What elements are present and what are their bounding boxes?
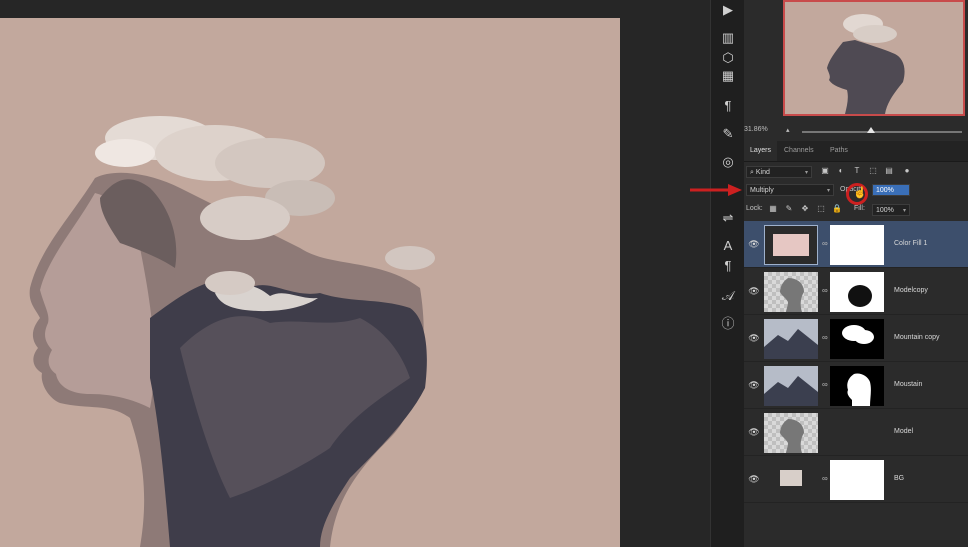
3d-cube-icon[interactable]: ⬡ [718,48,738,68]
hand-cursor-icon: ☝ [853,187,867,199]
zoom-slider-knob[interactable] [866,127,875,133]
lock-pixels-icon[interactable]: ✎ [784,204,794,214]
info-icon[interactable]: ⓘ [718,314,738,334]
paragraph-styles-icon[interactable]: ¶ [718,96,738,116]
eye-icon[interactable]: 👁 [748,285,760,297]
opacity-input[interactable]: 100% [872,184,910,196]
mountain-thumb [764,329,818,359]
eye-icon[interactable]: 👁 [748,332,760,344]
head-mask [847,373,871,406]
layer-mask-thumbnail[interactable] [830,225,884,265]
link-icon[interactable]: ∞ [822,239,828,249]
layer-thumbnail[interactable] [764,413,818,453]
right-panels: 31.86% ▴ Layers Channels Paths ⌕ Kind ▾ … [744,0,968,547]
layer-name[interactable]: Mountain copy [894,332,940,344]
layer-row-moustain[interactable]: 👁 ∞ Moustain [744,362,968,409]
eye-icon[interactable]: 👁 [748,379,760,391]
blend-mode-label: Multiply [750,187,774,194]
smart-object-filter-icon[interactable]: ▤ [884,166,894,176]
search-icon: ⌕ [750,169,754,176]
layer-mask-thumbnail[interactable] [830,319,884,359]
filter-kind-label: Kind [755,169,770,176]
blend-mode-select[interactable]: Multiply ▾ [746,184,834,196]
layer-name[interactable]: Color Fill 1 [894,238,927,250]
layer-row-modelcopy[interactable]: 👁 ∞ Modelcopy [744,268,968,315]
swatches-icon[interactable]: ▦ [718,66,738,86]
panel-icon-strip: ▶ ▥ ⬡ ▦ ¶ ✎ ◎ ⇌ A ¶ 𝒜 ⓘ [710,0,745,547]
chevron-down-icon: ▾ [826,188,830,194]
zoom-slider[interactable] [802,131,962,133]
soft-blob-mask [848,285,872,307]
adjust-levels-icon[interactable]: ⇌ [718,208,738,228]
tab-paths[interactable]: Paths [824,141,854,161]
zoom-percent[interactable]: 31.86% [744,126,768,133]
layer-name[interactable]: Model [894,426,913,438]
link-icon[interactable]: ∞ [822,333,828,343]
cloud-mask [842,325,874,344]
canvas-area [0,0,710,547]
navigator-thumbnail[interactable] [783,0,965,116]
layer-name[interactable]: Modelcopy [894,285,928,297]
pixel-filter-icon[interactable]: ▣ [820,166,830,176]
layer-row-bg[interactable]: 👁 ∞ BG [744,456,968,503]
layer-row-model[interactable]: 👁 Model [744,409,968,456]
layer-mask-thumbnail[interactable] [830,460,884,500]
layer-thumbnail[interactable] [764,460,818,500]
play-icon[interactable]: ▶ [718,0,738,20]
fill-value: 100% [876,207,894,214]
layer-row-mountain-copy[interactable]: 👁 ∞ Mountain copy [744,315,968,362]
eye-icon[interactable]: 👁 [748,473,760,485]
layer-row-color-fill-1[interactable]: 👁 ∞ Color Fill 1 [744,221,968,268]
double-exposure-artwork [0,18,620,547]
layer-mask-thumbnail[interactable] [830,366,884,406]
histogram-icon[interactable]: ▥ [718,28,738,48]
document-canvas[interactable] [0,18,620,547]
portrait-thumb [780,419,804,453]
link-icon[interactable]: ∞ [822,286,828,296]
glyphs-icon[interactable]: 𝒜 [718,286,738,306]
mountain-thumb [764,376,818,406]
brush-presets-icon[interactable]: ✎ [718,124,738,144]
type-filter-icon[interactable]: T [852,166,862,176]
zoom-out-icon[interactable]: ▴ [786,126,790,134]
chevron-down-icon: ▾ [902,208,906,214]
filter-toggle-icon[interactable]: ● [902,166,912,176]
layers-tabs: Layers Channels Paths [744,141,968,162]
layer-thumbnail[interactable] [764,225,818,265]
layer-name[interactable]: Moustain [894,379,922,391]
lock-position-icon[interactable]: ✥ [800,204,810,214]
layer-thumbnail[interactable] [764,366,818,406]
fill-input[interactable]: 100% ▾ [872,204,910,216]
character-icon[interactable]: A [718,236,738,256]
lock-transparency-icon[interactable]: ▦ [768,204,778,214]
layer-mask-thumbnail[interactable] [830,272,884,312]
adjustment-filter-icon[interactable]: ◐ [836,166,846,176]
link-icon[interactable]: ∞ [822,474,828,484]
eye-icon[interactable]: 👁 [748,426,760,438]
lock-label: Lock: [746,205,763,212]
navigator-preview [785,2,963,114]
portrait-thumb [780,278,804,312]
layer-thumbnail[interactable] [764,319,818,359]
tab-channels[interactable]: Channels [778,141,820,161]
filter-kind-select[interactable]: ⌕ Kind ▾ [746,166,812,178]
chevron-down-icon: ▾ [804,170,808,176]
annotation-arrow [690,184,742,196]
link-icon[interactable]: ∞ [822,380,828,390]
libraries-icon[interactable]: ◎ [718,152,738,172]
tab-layers[interactable]: Layers [744,141,778,161]
paragraph-icon[interactable]: ¶ [718,256,738,276]
pink-fill-swatch [773,234,809,256]
shape-filter-icon[interactable]: ⬚ [868,166,878,176]
layer-thumbnail[interactable] [764,272,818,312]
layer-name[interactable]: BG [894,473,904,485]
lock-all-icon[interactable]: 🔒 [832,204,842,214]
lock-artboard-icon[interactable]: ⬚ [816,204,826,214]
navigator-panel: 31.86% ▴ [744,0,968,140]
layer-filter-row: ⌕ Kind ▾ ▣ ◐ T ⬚ ▤ ● [744,165,968,181]
eye-icon[interactable]: 👁 [748,238,760,250]
solid-fill-swatch [780,470,802,486]
